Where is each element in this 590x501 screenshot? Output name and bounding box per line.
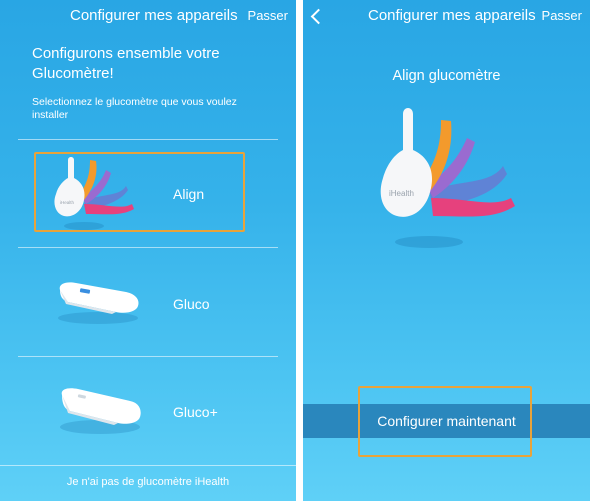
intro-subtitle: Selectionnez le glucomètre que vous voul… xyxy=(32,96,237,121)
skip-button[interactable]: Passer xyxy=(542,8,582,23)
divider xyxy=(0,465,296,466)
device-selection-screen: Configurer mes appareils Passer Configur… xyxy=(0,0,296,501)
align-glucometer-hero-image: iHealth xyxy=(380,108,515,248)
chevron-left-icon[interactable] xyxy=(310,8,327,25)
selection-highlight xyxy=(358,386,532,457)
nav-title: Configurer mes appareils xyxy=(70,7,238,24)
nav-bar: Configurer mes appareils Passer xyxy=(0,0,296,32)
device-option-gluco[interactable]: Gluco xyxy=(18,248,278,354)
brand-text: iHealth xyxy=(389,189,414,198)
device-label: Gluco+ xyxy=(173,404,218,420)
skip-button[interactable]: Passer xyxy=(248,8,288,23)
align-setup-screen: Configurer mes appareils Passer Align gl… xyxy=(303,0,590,501)
device-option-gluco-plus[interactable]: Gluco+ xyxy=(18,357,278,463)
selection-highlight xyxy=(34,152,245,232)
nav-bar: Configurer mes appareils Passer xyxy=(303,0,590,32)
nav-title: Configurer mes appareils xyxy=(368,7,536,24)
device-label: Gluco xyxy=(173,296,210,312)
intro-title: Configurons ensemble votre Glucomètre! xyxy=(32,45,220,82)
gluco-device-image xyxy=(58,282,139,324)
gluco-plus-device-image xyxy=(60,388,141,434)
hero-title: Align glucomètre xyxy=(392,68,501,84)
no-glucometer-link[interactable]: Je n'ai pas de glucomètre iHealth xyxy=(0,476,296,488)
